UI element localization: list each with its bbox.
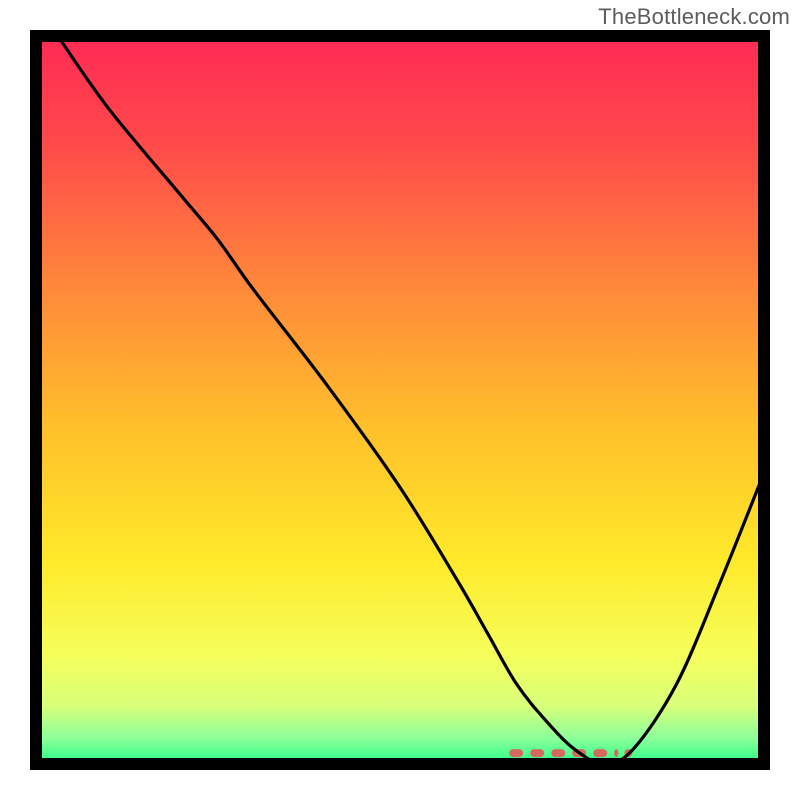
chart-frame: TheBottleneck.com: [0, 0, 800, 800]
plot-background: [36, 36, 764, 764]
bottleneck-chart: [0, 0, 800, 800]
watermark-label: TheBottleneck.com: [598, 4, 790, 30]
